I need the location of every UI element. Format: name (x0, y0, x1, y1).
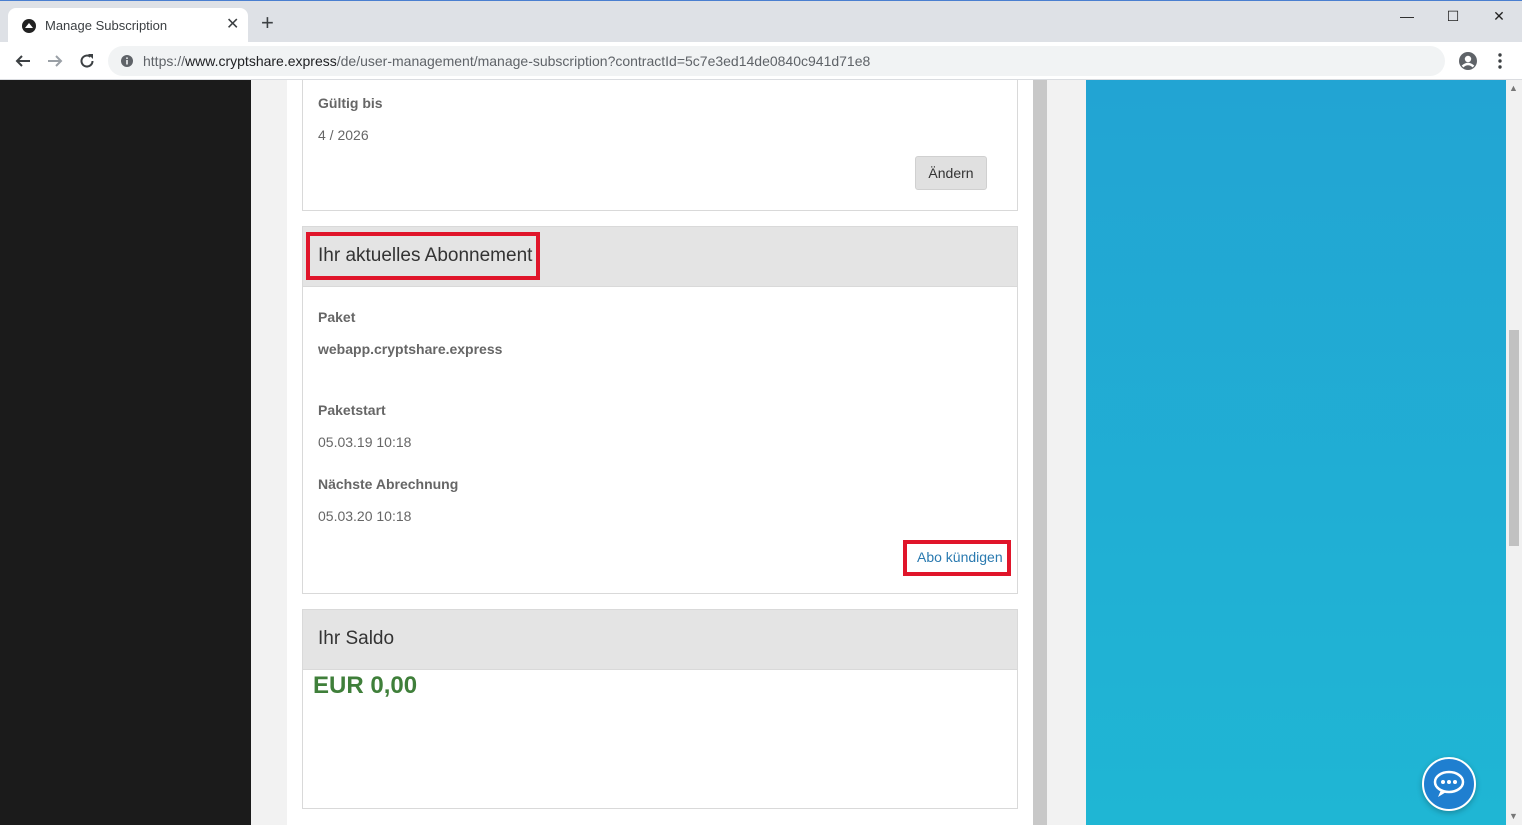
reload-icon (80, 54, 94, 68)
package-start-label: Paketstart (318, 402, 386, 418)
address-bar[interactable]: https://www.cryptshare.express/de/user-m… (108, 46, 1445, 76)
payment-method-card: Gültig bis 4 / 2026 Ändern (302, 80, 1018, 211)
minimize-button[interactable]: — (1384, 5, 1430, 29)
chat-widget-button[interactable] (1422, 757, 1476, 811)
maximize-button[interactable]: ☐ (1430, 5, 1476, 29)
browser-titlebar: Manage Subscription ✕ + — ☐ ✕ (0, 0, 1522, 43)
site-info-icon[interactable] (120, 54, 134, 68)
scroll-up-arrow-icon[interactable]: ▲ (1509, 83, 1518, 93)
forward-button[interactable] (45, 51, 65, 71)
valid-until-value: 4 / 2026 (318, 127, 369, 143)
left-dark-panel (0, 80, 251, 825)
package-label: Paket (318, 309, 356, 325)
balance-title: Ihr Saldo (318, 628, 395, 649)
tab-title: Manage Subscription (45, 18, 168, 33)
content-scrollbar[interactable] (1033, 80, 1047, 825)
forward-arrow-icon (48, 55, 63, 67)
next-billing-label: Nächste Abrechnung (318, 476, 459, 492)
window-close-button[interactable]: ✕ (1476, 5, 1522, 29)
scrollbar-thumb[interactable] (1509, 330, 1519, 546)
subscription-card: Ihr aktuelles Abonnement Paket webapp.cr… (302, 226, 1018, 594)
window-scrollbar[interactable]: ▲ ▼ (1506, 80, 1522, 825)
browser-toolbar: https://www.cryptshare.express/de/user-m… (0, 42, 1522, 80)
url-text: https://www.cryptshare.express/de/user-m… (143, 53, 870, 69)
tab-close-button[interactable]: ✕ (226, 15, 239, 35)
right-blue-panel (1086, 80, 1506, 825)
menu-dots-icon[interactable] (1490, 51, 1510, 71)
package-start-value: 05.03.19 10:18 (318, 434, 412, 450)
scroll-down-arrow-icon[interactable]: ▼ (1509, 811, 1518, 821)
change-payment-button[interactable]: Ändern (915, 156, 987, 190)
balance-card-header: Ihr Saldo (303, 610, 1017, 670)
balance-amount: EUR 0,00 (313, 672, 418, 699)
title-highlight-box (306, 232, 540, 280)
cancel-highlight-box (903, 540, 1011, 576)
url-host: www.cryptshare.express (185, 53, 337, 69)
reload-button[interactable] (77, 51, 97, 71)
back-button[interactable] (13, 51, 33, 71)
new-tab-button[interactable]: + (261, 12, 274, 34)
page-viewport: Gültig bis 4 / 2026 Ändern Ihr aktuelles… (0, 80, 1522, 825)
app-favicon-icon (22, 19, 36, 33)
url-path: /de/user-management/manage-subscription?… (336, 53, 871, 69)
package-value: webapp.cryptshare.express (318, 341, 503, 357)
url-scheme: https:// (143, 53, 186, 69)
chat-bubble-icon (1433, 770, 1465, 797)
profile-icon[interactable] (1458, 51, 1478, 71)
next-billing-value: 05.03.20 10:18 (318, 508, 412, 524)
balance-card: Ihr Saldo EUR 0,00 (302, 609, 1018, 809)
back-arrow-icon (15, 55, 30, 67)
valid-until-label: Gültig bis (318, 95, 383, 111)
browser-tab[interactable]: Manage Subscription ✕ (8, 8, 248, 43)
